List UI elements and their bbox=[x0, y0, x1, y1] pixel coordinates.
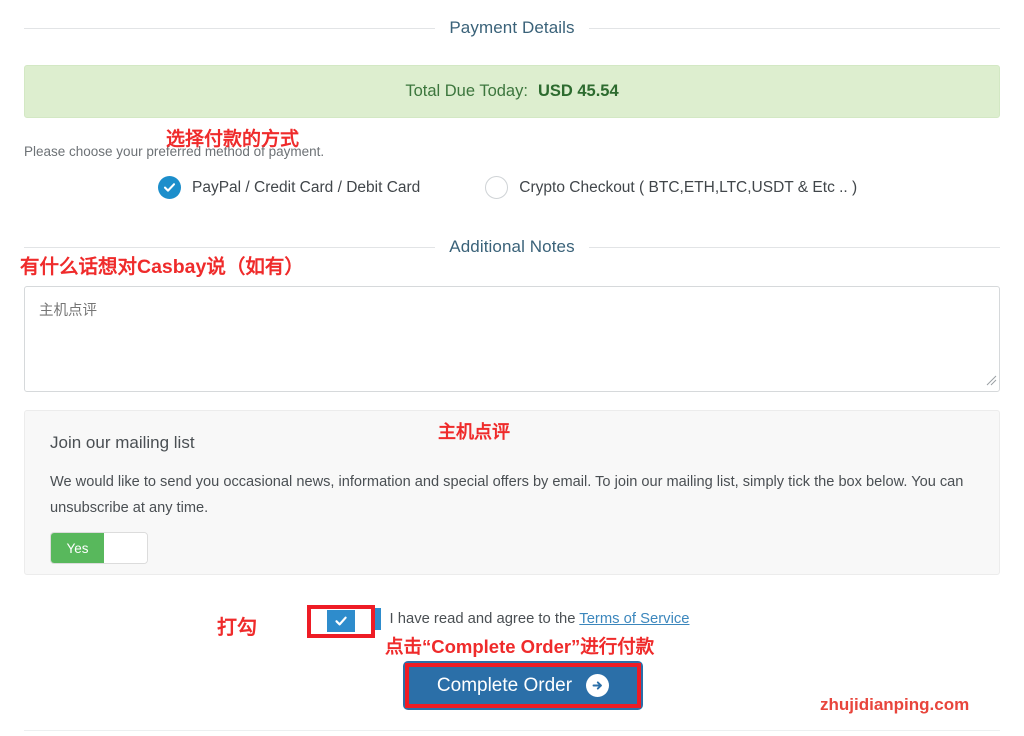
payment-option-crypto[interactable]: Crypto Checkout ( BTC,ETH,LTC,USDT & Etc… bbox=[485, 176, 857, 199]
legend-rule-right bbox=[588, 27, 1000, 29]
total-due-banner: Total Due Today: USD 45.54 bbox=[24, 65, 1000, 118]
total-due-amount: USD 45.54 bbox=[537, 82, 619, 100]
payment-option-label: Crypto Checkout ( BTC,ETH,LTC,USDT & Etc… bbox=[519, 178, 858, 196]
additional-notes-title: Additional Notes bbox=[449, 237, 575, 256]
legend-rule-left bbox=[24, 27, 436, 29]
payment-option-label: PayPal / Credit Card / Debit Card bbox=[192, 178, 421, 196]
annotation-mailing-note: 主机点评 bbox=[438, 422, 510, 442]
checkout-page: Payment Details Total Due Today: USD 45.… bbox=[0, 0, 1024, 736]
toggle-yes-label: Yes bbox=[51, 533, 104, 563]
payment-method-group: PayPal / Credit Card / Debit Card Crypto… bbox=[0, 176, 1024, 199]
annotation-click-button: 点击“Complete Order”进行付款 bbox=[385, 636, 655, 657]
mailing-list-description: We would like to send you occasional new… bbox=[50, 474, 964, 516]
radio-unselected-icon[interactable] bbox=[485, 176, 509, 199]
legend-rule-left bbox=[24, 246, 436, 248]
terms-agreement[interactable]: I have read and agree to the Terms of Se… bbox=[352, 608, 690, 630]
terms-checkbox-overlay[interactable] bbox=[327, 610, 355, 632]
terms-of-service-link[interactable]: Terms of Service bbox=[579, 611, 689, 627]
legend-rule-right bbox=[588, 246, 1000, 248]
annotation-choose-payment: 选择付款的方式 bbox=[166, 129, 300, 150]
section-header-payment-details: Payment Details bbox=[24, 18, 1000, 38]
terms-row: I have read and agree to the Terms of Se… bbox=[0, 608, 1024, 630]
mailing-list-toggle[interactable]: Yes bbox=[50, 532, 148, 564]
annotation-notes-prompt: 有什么话想对Casbay说（如有） bbox=[20, 256, 304, 278]
radio-selected-icon[interactable] bbox=[158, 176, 181, 199]
annotation-tick: 打勾 bbox=[217, 617, 257, 639]
terms-text-prefix: I have read and agree to the bbox=[389, 611, 580, 627]
watermark: zhujidianping.com bbox=[820, 695, 970, 714]
terms-text: I have read and agree to the Terms of Se… bbox=[390, 611, 690, 627]
bottom-divider bbox=[24, 730, 1000, 731]
total-due-label: Total Due Today: bbox=[405, 82, 528, 100]
payment-option-paypal[interactable]: PayPal / Credit Card / Debit Card bbox=[158, 176, 420, 199]
highlight-box-complete-order bbox=[405, 663, 641, 708]
additional-notes-input[interactable] bbox=[24, 286, 1000, 392]
toggle-knob[interactable] bbox=[104, 533, 147, 563]
mailing-list-panel: Join our mailing list We would like to s… bbox=[24, 410, 1000, 575]
payment-details-title: Payment Details bbox=[449, 18, 575, 37]
mailing-list-title: Join our mailing list bbox=[50, 433, 195, 452]
